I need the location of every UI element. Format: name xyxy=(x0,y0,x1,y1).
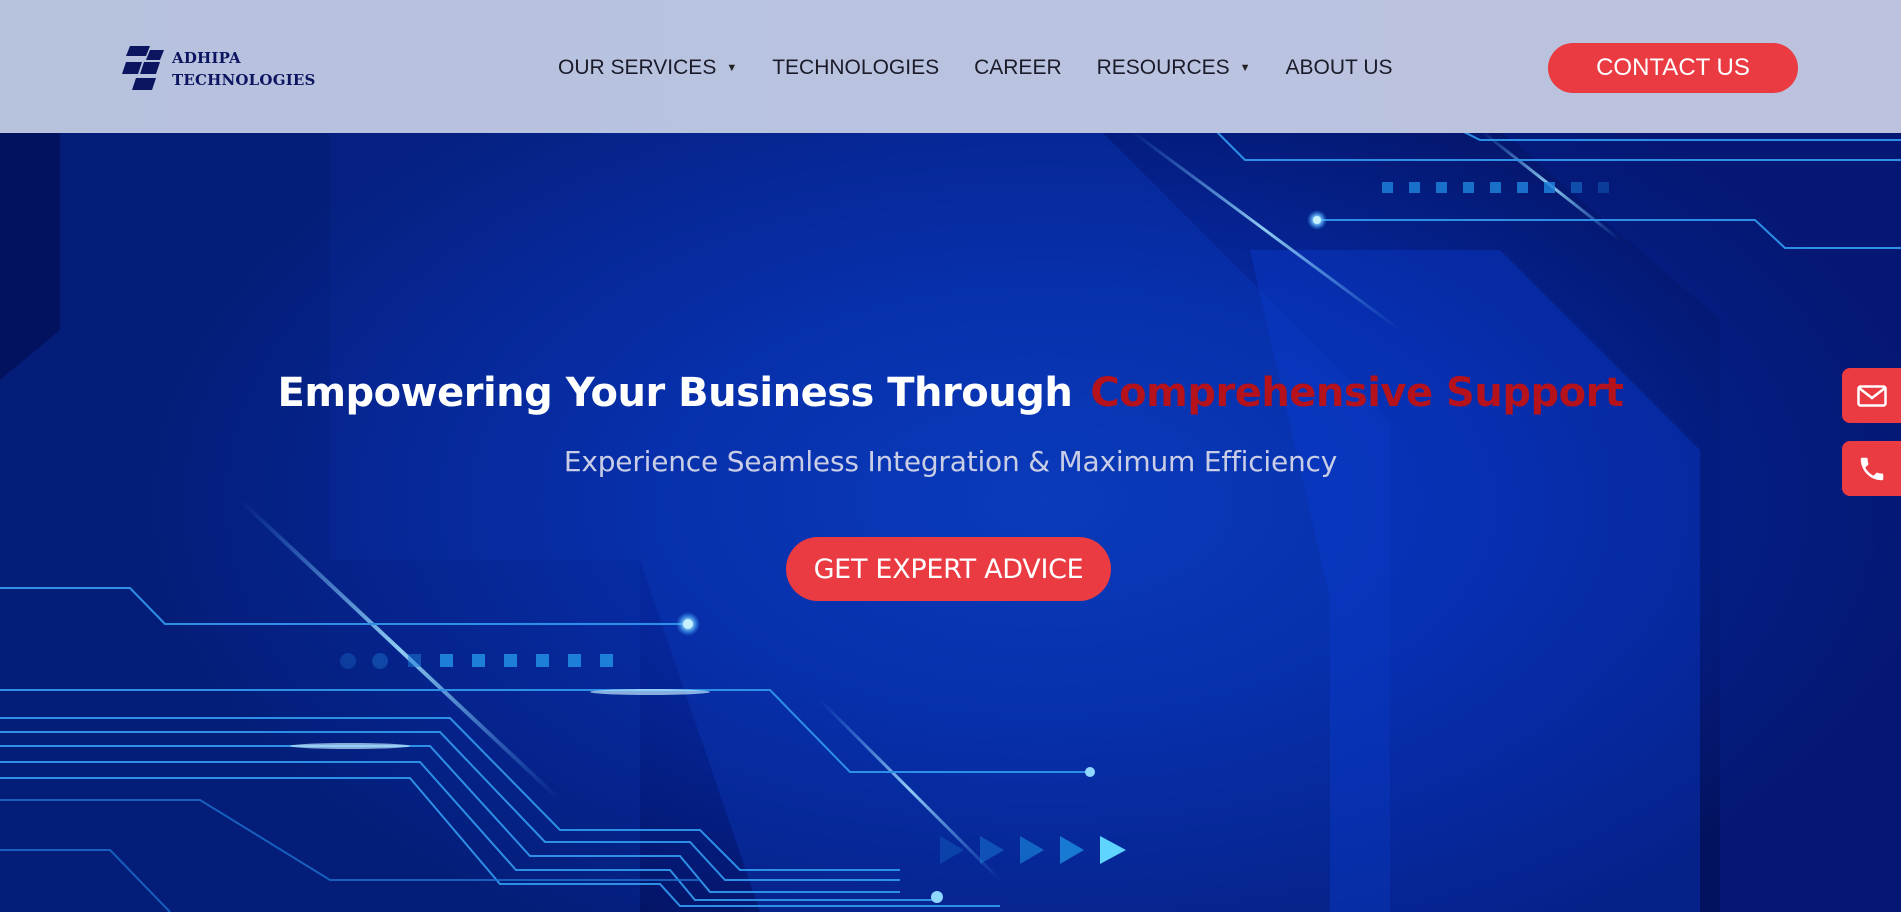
nav-item-label: ABOUT US xyxy=(1285,56,1393,79)
brand-name-line1: ADHIPA xyxy=(172,49,241,67)
site-header: ADHIPA TECHNOLOGIES OUR SERVICES ▼ TECHN… xyxy=(0,0,1901,133)
nav-item-career[interactable]: CAREER xyxy=(974,56,1062,80)
phone-icon xyxy=(1860,457,1883,480)
hero-subheadline: Experience Seamless Integration & Maximu… xyxy=(563,445,1338,478)
contact-us-button[interactable]: CONTACT US xyxy=(1548,43,1798,93)
nav-item-resources[interactable]: RESOURCES ▼ xyxy=(1097,56,1251,80)
nav-item-label: CAREER xyxy=(974,56,1062,79)
caret-down-icon: ▼ xyxy=(1239,62,1251,74)
side-mail-button[interactable] xyxy=(1842,368,1901,423)
nav-item-about-us[interactable]: ABOUT US xyxy=(1286,56,1393,80)
side-phone-button[interactable] xyxy=(1842,441,1901,496)
hero-headline-main: Empowering Your Business Through xyxy=(277,370,1073,416)
caret-down-icon: ▼ xyxy=(726,62,738,74)
hero-headline: Empowering Your Business Through Comprehe… xyxy=(0,370,1901,416)
brand-logo[interactable]: ADHIPA TECHNOLOGIES xyxy=(122,44,315,94)
nav-item-technologies[interactable]: TECHNOLOGIES xyxy=(772,56,939,80)
nav-item-our-services[interactable]: OUR SERVICES ▼ xyxy=(558,56,737,80)
nav-item-label: OUR SERVICES xyxy=(558,56,717,79)
nav-item-label: TECHNOLOGIES xyxy=(772,56,940,79)
hero-headline-highlight: Comprehensive Support xyxy=(1090,370,1624,416)
get-expert-advice-button[interactable]: GET EXPERT ADVICE xyxy=(786,537,1111,601)
brand-name-line2: TECHNOLOGIES xyxy=(172,71,316,89)
mail-icon xyxy=(1856,384,1887,407)
brand-name: ADHIPA TECHNOLOGIES xyxy=(172,47,316,91)
nav-item-label: RESOURCES xyxy=(1096,56,1230,79)
logo-mark-icon xyxy=(122,46,164,90)
main-nav: OUR SERVICES ▼ TECHNOLOGIES CAREER RESOU… xyxy=(558,54,1428,82)
